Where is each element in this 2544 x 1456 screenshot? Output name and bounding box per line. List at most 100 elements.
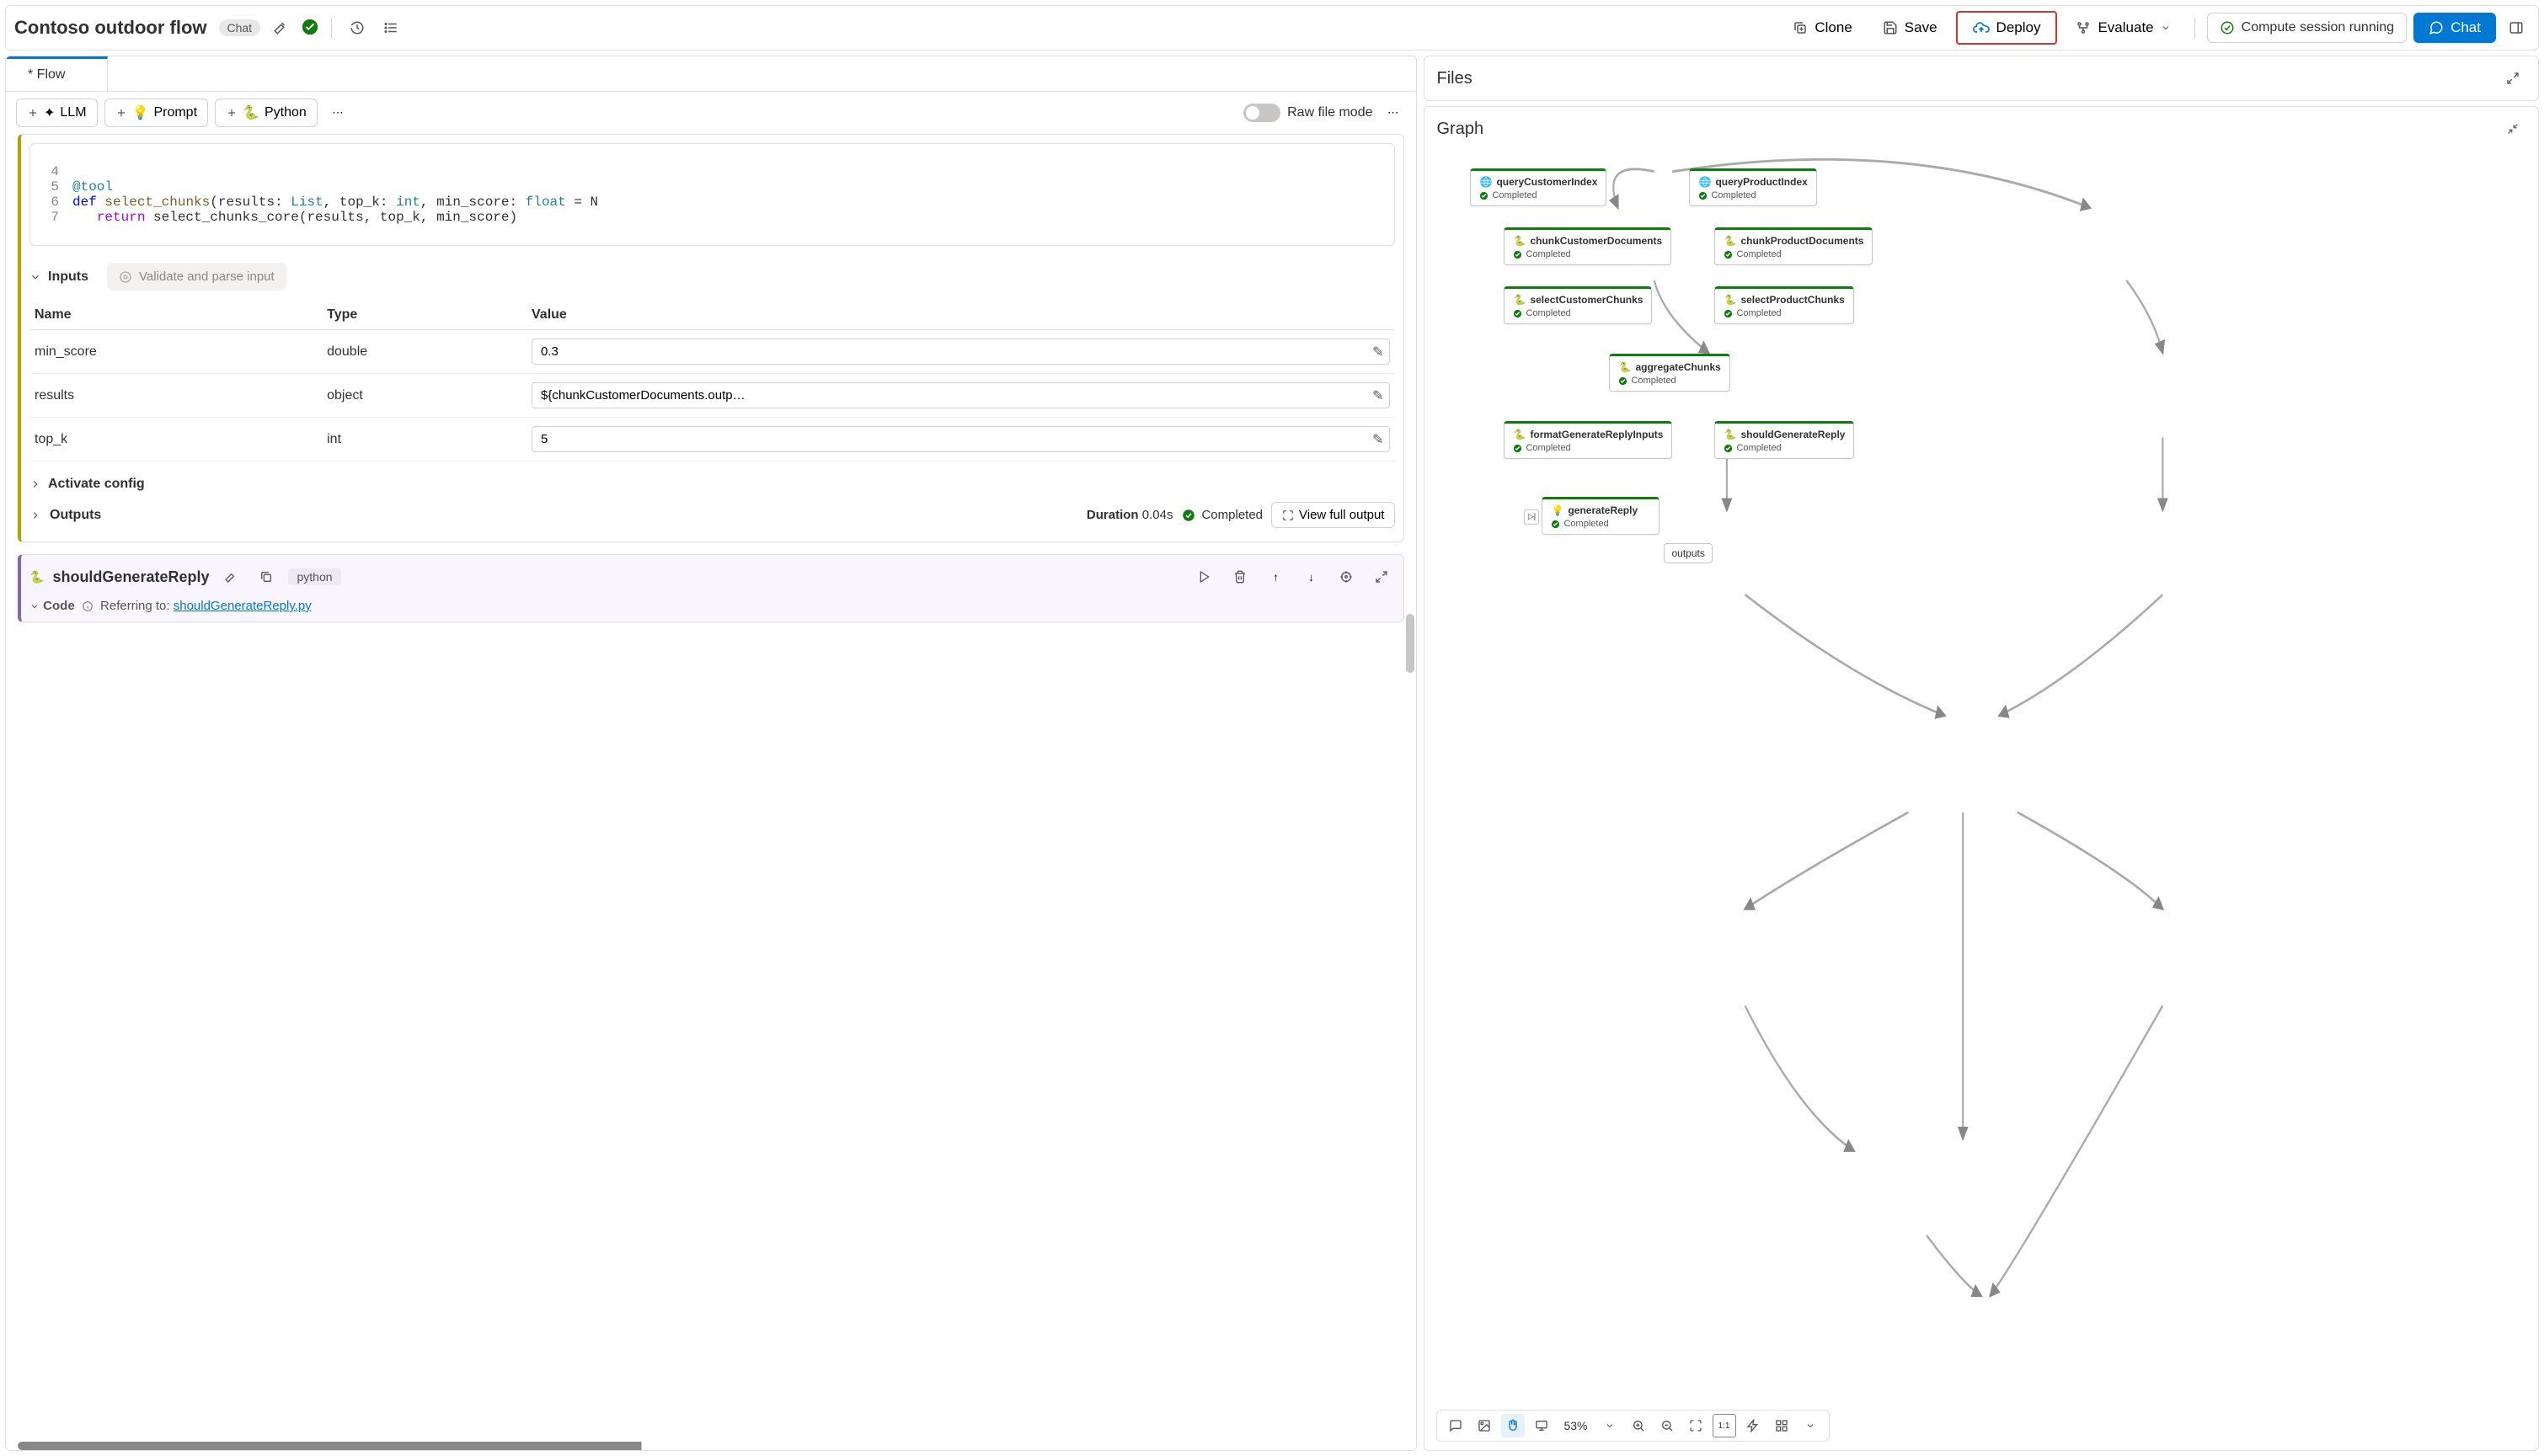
panel-toggle-icon[interactable] bbox=[2503, 14, 2530, 41]
flow-title: Contoso outdoor flow bbox=[14, 17, 212, 39]
graph-node-chunkProductDocuments[interactable]: 🐍chunkProductDocumentsCompleted bbox=[1714, 227, 1873, 265]
input-value-field[interactable] bbox=[532, 382, 1390, 408]
node-title: shouldGenerateReply bbox=[52, 568, 209, 586]
more-tools-button[interactable]: ⋯ bbox=[324, 99, 351, 126]
python-icon: 🐍 bbox=[1724, 235, 1736, 247]
graph-node-selectCustomerChunks[interactable]: 🐍selectCustomerChunksCompleted bbox=[1504, 286, 1652, 324]
python-icon: 🐍 bbox=[243, 104, 259, 121]
actual-size-icon[interactable]: 1:1 bbox=[1713, 1414, 1736, 1437]
divider bbox=[331, 18, 332, 38]
autolayout-icon[interactable] bbox=[1741, 1414, 1765, 1437]
add-python-button[interactable]: 🐍Python bbox=[215, 99, 318, 127]
tab-flow[interactable]: * Flow bbox=[6, 56, 108, 91]
python-icon: 🐍 bbox=[1513, 294, 1526, 306]
graph-toolbar: 53% 1:1 bbox=[1436, 1410, 1829, 1442]
python-icon: 🐍 bbox=[1513, 429, 1526, 440]
reply-node-card: 🐍 shouldGenerateReply python ↑ ↓ bbox=[18, 554, 1404, 622]
horizontal-scrollbar[interactable] bbox=[18, 1442, 1404, 1450]
activate-config-header[interactable]: Activate config bbox=[29, 472, 1395, 497]
graph-node-generateReply[interactable]: ▷| 💡generateReplyCompleted bbox=[1542, 497, 1659, 535]
image-icon[interactable] bbox=[1472, 1414, 1496, 1437]
input-value-field[interactable] bbox=[532, 339, 1390, 365]
divider bbox=[2194, 18, 2195, 38]
edit-value-icon[interactable]: ✎ bbox=[1372, 344, 1383, 360]
tab-row: * Flow bbox=[6, 56, 1416, 92]
graph-outputs-node[interactable]: outputs bbox=[1664, 543, 1712, 563]
duration-label: Duration 0.04s bbox=[1087, 508, 1173, 522]
code-reference-row: Code Referring to: shouldGenerateReply.p… bbox=[29, 590, 1395, 613]
save-button[interactable]: Save bbox=[1871, 14, 1949, 41]
raw-file-toggle[interactable] bbox=[1243, 104, 1280, 122]
flow-editor-pane: * Flow ✦LLM 💡Prompt 🐍Python ⋯ Raw file m… bbox=[5, 56, 1417, 1451]
more-options-button[interactable]: ⋯ bbox=[1379, 99, 1406, 126]
graph-canvas[interactable]: 🌐queryCustomerIndexCompleted 🌐queryProdu… bbox=[1436, 147, 2526, 1405]
vertical-scrollbar[interactable] bbox=[1406, 614, 1414, 673]
copy-node-button[interactable] bbox=[253, 563, 280, 590]
edit-node-button[interactable] bbox=[217, 563, 244, 590]
table-row: top_k int ✎ bbox=[29, 418, 1395, 461]
python-icon: 🐍 bbox=[29, 570, 44, 584]
compute-status[interactable]: Compute session running bbox=[2207, 13, 2407, 43]
node-tools-row: ✦LLM 💡Prompt 🐍Python ⋯ Raw file mode ⋯ bbox=[6, 92, 1416, 134]
delete-node-button[interactable] bbox=[1227, 563, 1253, 590]
graph-node-queryProductIndex[interactable]: 🌐queryProductIndexCompleted bbox=[1689, 168, 1816, 206]
presentation-icon[interactable] bbox=[1530, 1414, 1553, 1437]
graph-node-shouldGenerateReply[interactable]: 🐍shouldGenerateReplyCompleted bbox=[1714, 421, 1854, 459]
edit-value-icon[interactable]: ✎ bbox=[1372, 387, 1383, 404]
python-icon: 🐍 bbox=[1618, 361, 1631, 373]
graph-edges bbox=[1436, 147, 2526, 1405]
completed-status: Completed bbox=[1181, 508, 1263, 523]
comment-icon[interactable] bbox=[1444, 1414, 1467, 1437]
zoom-in-icon[interactable] bbox=[1627, 1414, 1650, 1437]
validate-input-button[interactable]: Validate and parse input bbox=[107, 263, 286, 291]
add-llm-button[interactable]: ✦LLM bbox=[16, 99, 98, 127]
run-node-button[interactable] bbox=[1191, 563, 1218, 590]
edit-title-button[interactable] bbox=[267, 14, 294, 41]
fit-icon[interactable] bbox=[1684, 1414, 1708, 1437]
top-toolbar: Contoso outdoor flow Chat Clone Save Dep… bbox=[5, 5, 2539, 51]
globe-icon: 🌐 bbox=[1698, 176, 1711, 188]
zoom-out-icon[interactable] bbox=[1655, 1414, 1679, 1437]
reference-link[interactable]: shouldGenerateReply.py bbox=[174, 599, 312, 613]
code-node-card: 4 5@tool 6def select_chunks(results: Lis… bbox=[18, 134, 1404, 542]
evaluate-button[interactable]: Evaluate bbox=[2064, 14, 2182, 41]
view-full-output-button[interactable]: View full output bbox=[1271, 502, 1395, 528]
chat-button[interactable]: Chat bbox=[2413, 13, 2496, 43]
sparkle-icon: ✦ bbox=[44, 104, 55, 121]
outputs-header: Outputs Duration 0.04s Completed View fu… bbox=[29, 497, 1395, 533]
move-up-button[interactable]: ↑ bbox=[1262, 563, 1289, 590]
collapse-graph-button[interactable] bbox=[2499, 115, 2526, 142]
history-icon[interactable] bbox=[344, 14, 371, 41]
chevron-down-icon[interactable] bbox=[1798, 1414, 1822, 1437]
graph-node-queryCustomerIndex[interactable]: 🌐queryCustomerIndexCompleted bbox=[1470, 168, 1606, 206]
add-prompt-button[interactable]: 💡Prompt bbox=[104, 99, 209, 127]
bulb-icon: 💡 bbox=[132, 104, 149, 121]
graph-panel: Graph bbox=[1424, 106, 2539, 1451]
status-check-icon bbox=[301, 18, 319, 39]
graph-node-chunkCustomerDocuments[interactable]: 🐍chunkCustomerDocumentsCompleted bbox=[1504, 227, 1671, 265]
input-value-field[interactable] bbox=[532, 426, 1390, 452]
python-icon: 🐍 bbox=[1724, 429, 1736, 440]
expand-node-button[interactable] bbox=[1368, 563, 1395, 590]
graph-node-selectProductChunks[interactable]: 🐍selectProductChunksCompleted bbox=[1714, 286, 1853, 324]
move-down-button[interactable]: ↓ bbox=[1297, 563, 1324, 590]
chevron-down-icon[interactable] bbox=[1598, 1414, 1622, 1437]
graph-node-formatGenerateReplyInputs[interactable]: 🐍formatGenerateReplyInputsCompleted bbox=[1504, 421, 1672, 459]
inputs-header[interactable]: Inputs Validate and parse input bbox=[29, 258, 1395, 296]
table-row: min_score double ✎ bbox=[29, 330, 1395, 374]
inputs-table: Name Type Value min_score double ✎ resul… bbox=[29, 301, 1395, 461]
pan-icon[interactable] bbox=[1501, 1414, 1525, 1437]
graph-node-aggregateChunks[interactable]: 🐍aggregateChunksCompleted bbox=[1609, 354, 1729, 392]
skip-icon: ▷| bbox=[1524, 509, 1539, 525]
expand-files-button[interactable] bbox=[2499, 65, 2526, 92]
zoom-level: 53% bbox=[1558, 1419, 1592, 1432]
code-editor[interactable]: 4 5@tool 6def select_chunks(results: Lis… bbox=[29, 143, 1395, 246]
list-icon[interactable] bbox=[377, 14, 404, 41]
lang-chip: python bbox=[288, 568, 340, 585]
clone-button[interactable]: Clone bbox=[1781, 14, 1863, 41]
table-row: results object ✎ bbox=[29, 374, 1395, 418]
minimap-icon[interactable] bbox=[1770, 1414, 1793, 1437]
edit-value-icon[interactable]: ✎ bbox=[1372, 431, 1383, 448]
deploy-button[interactable]: Deploy bbox=[1956, 11, 2058, 45]
target-icon[interactable] bbox=[1333, 563, 1360, 590]
